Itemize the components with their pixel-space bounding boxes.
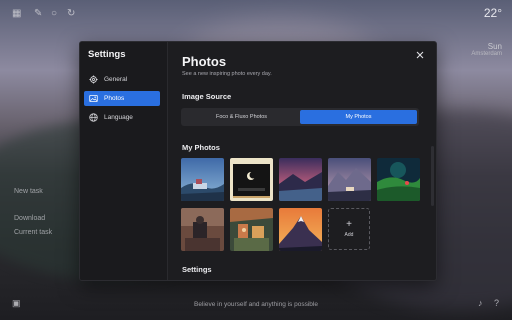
photo-thumbnail[interactable] <box>181 158 224 201</box>
search-icon[interactable]: ○ <box>51 9 61 19</box>
task-item: Current task <box>14 229 53 236</box>
quote-text: Believe in yourself and anything is poss… <box>194 301 318 308</box>
image-source-toggle: Foco & Fluxo Photos My Photos <box>181 108 419 126</box>
plus-icon: + <box>346 219 352 230</box>
weather-widget[interactable]: 22° Sun Amsterdam <box>471 6 502 57</box>
weather-temp: 22° <box>483 6 502 20</box>
page-subtitle: See a new inspiring photo every day. <box>182 71 272 77</box>
photo-thumbnail[interactable] <box>279 208 322 251</box>
sidebar-item-photos[interactable]: Photos <box>84 91 160 106</box>
sidebar-item-language[interactable]: Language <box>84 110 160 125</box>
grid-icon[interactable]: ▦ <box>12 9 22 19</box>
add-photo-button[interactable]: + Add <box>328 208 370 250</box>
photo-thumbnail[interactable] <box>230 208 273 251</box>
sidebar-item-label: Photos <box>104 95 125 102</box>
sidebar-item-general[interactable]: General <box>84 72 160 87</box>
settings-heading: Settings <box>182 265 212 274</box>
photo-thumbnail[interactable] <box>377 158 420 201</box>
settings-sidebar: Settings General Photos Language <box>80 42 168 280</box>
photo-thumbnail[interactable] <box>279 158 322 201</box>
image-icon <box>89 94 98 103</box>
scrollbar[interactable] <box>431 146 434 206</box>
photo-thumbnail[interactable] <box>230 158 273 201</box>
source-option-my-photos[interactable]: My Photos <box>300 110 417 124</box>
refresh-icon[interactable]: ↻ <box>67 9 77 19</box>
task-item: Download <box>14 215 46 222</box>
weather-location: Sun <box>487 42 502 51</box>
globe-icon <box>89 113 98 122</box>
settings-title: Settings <box>88 49 126 60</box>
close-button[interactable] <box>414 49 426 61</box>
photo-thumbnail[interactable] <box>181 208 224 251</box>
photo-thumbnail[interactable] <box>328 158 371 201</box>
gear-icon <box>89 75 98 84</box>
sidebar-item-label: General <box>104 76 128 83</box>
weather-detail: Amsterdam <box>471 51 502 57</box>
source-option-foco-fluxo[interactable]: Foco & Fluxo Photos <box>183 110 300 124</box>
task-item: New task <box>14 188 43 195</box>
close-icon <box>416 46 424 64</box>
my-photos-heading: My Photos <box>182 143 220 152</box>
sidebar-item-label: Language <box>104 114 133 121</box>
background-task-list: New task Download Current task <box>14 188 52 236</box>
settings-content: Photos See a new inspiring photo every d… <box>168 42 436 280</box>
page-title: Photos <box>182 54 227 69</box>
add-label: Add <box>344 232 354 238</box>
edit-icon[interactable]: ✎ <box>34 9 44 19</box>
image-source-heading: Image Source <box>182 92 232 101</box>
settings-modal: Settings General Photos Language Photos … <box>79 41 437 281</box>
